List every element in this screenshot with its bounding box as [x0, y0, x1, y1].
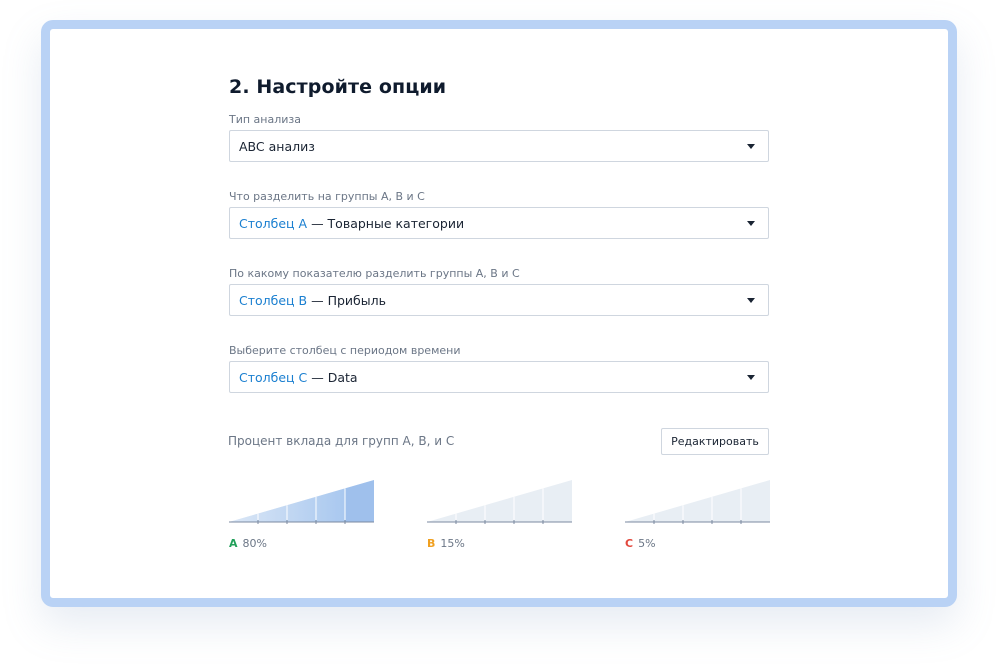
split-column-label: Что разделить на группы A, B и C: [229, 190, 425, 203]
analysis-type-label: Тип анализа: [229, 113, 301, 126]
group-b-letter: B: [427, 537, 436, 550]
analysis-type-value: ABC анализ: [239, 138, 315, 154]
group-c-chart: [625, 480, 770, 524]
caret-down-icon: [747, 221, 755, 226]
period-column-select[interactable]: Столбец C — Data: [229, 361, 769, 393]
group-b-chart: [427, 480, 572, 524]
period-column-ref: Столбец C: [239, 369, 308, 385]
group-c-letter: C: [625, 537, 634, 550]
caret-down-icon: [747, 144, 755, 149]
period-column-label: Выберите столбец с периодом времени: [229, 344, 461, 357]
group-a-legend: A 80%: [229, 537, 267, 550]
split-column-ref: Столбец A: [239, 215, 308, 231]
group-b-percent: 15%: [440, 537, 465, 550]
metric-column-label: По какому показателю разделить группы A,…: [229, 267, 520, 280]
caret-down-icon: [747, 375, 755, 380]
group-b-legend: B 15%: [427, 537, 465, 550]
metric-column-separator: —: [307, 292, 328, 308]
analysis-type-select[interactable]: ABC анализ: [229, 130, 769, 162]
group-c-legend: C 5%: [625, 537, 656, 550]
split-column-value: Товарные категории: [327, 215, 465, 231]
group-a-letter: A: [229, 537, 238, 550]
split-column-separator: —: [307, 215, 328, 231]
contribution-label: Процент вклада для групп A, B, и C: [228, 434, 455, 448]
caret-down-icon: [747, 298, 755, 303]
metric-column-select[interactable]: Столбец B — Прибыль: [229, 284, 769, 316]
group-a-percent: 80%: [242, 537, 267, 550]
group-c-chart-background: [625, 480, 770, 522]
metric-column-value: Прибыль: [327, 292, 386, 308]
period-column-separator: —: [307, 369, 328, 385]
group-a-chart: [229, 479, 374, 524]
period-column-value: Data: [327, 369, 358, 385]
group-a-chart-highlight: [345, 479, 374, 522]
group-c-percent: 5%: [638, 537, 656, 550]
page-title: 2. Настройте опции: [229, 76, 447, 98]
edit-button[interactable]: Редактировать: [661, 428, 769, 455]
group-b-chart-background: [427, 480, 572, 522]
split-column-select[interactable]: Столбец A — Товарные категории: [229, 207, 769, 239]
metric-column-ref: Столбец B: [239, 292, 308, 308]
